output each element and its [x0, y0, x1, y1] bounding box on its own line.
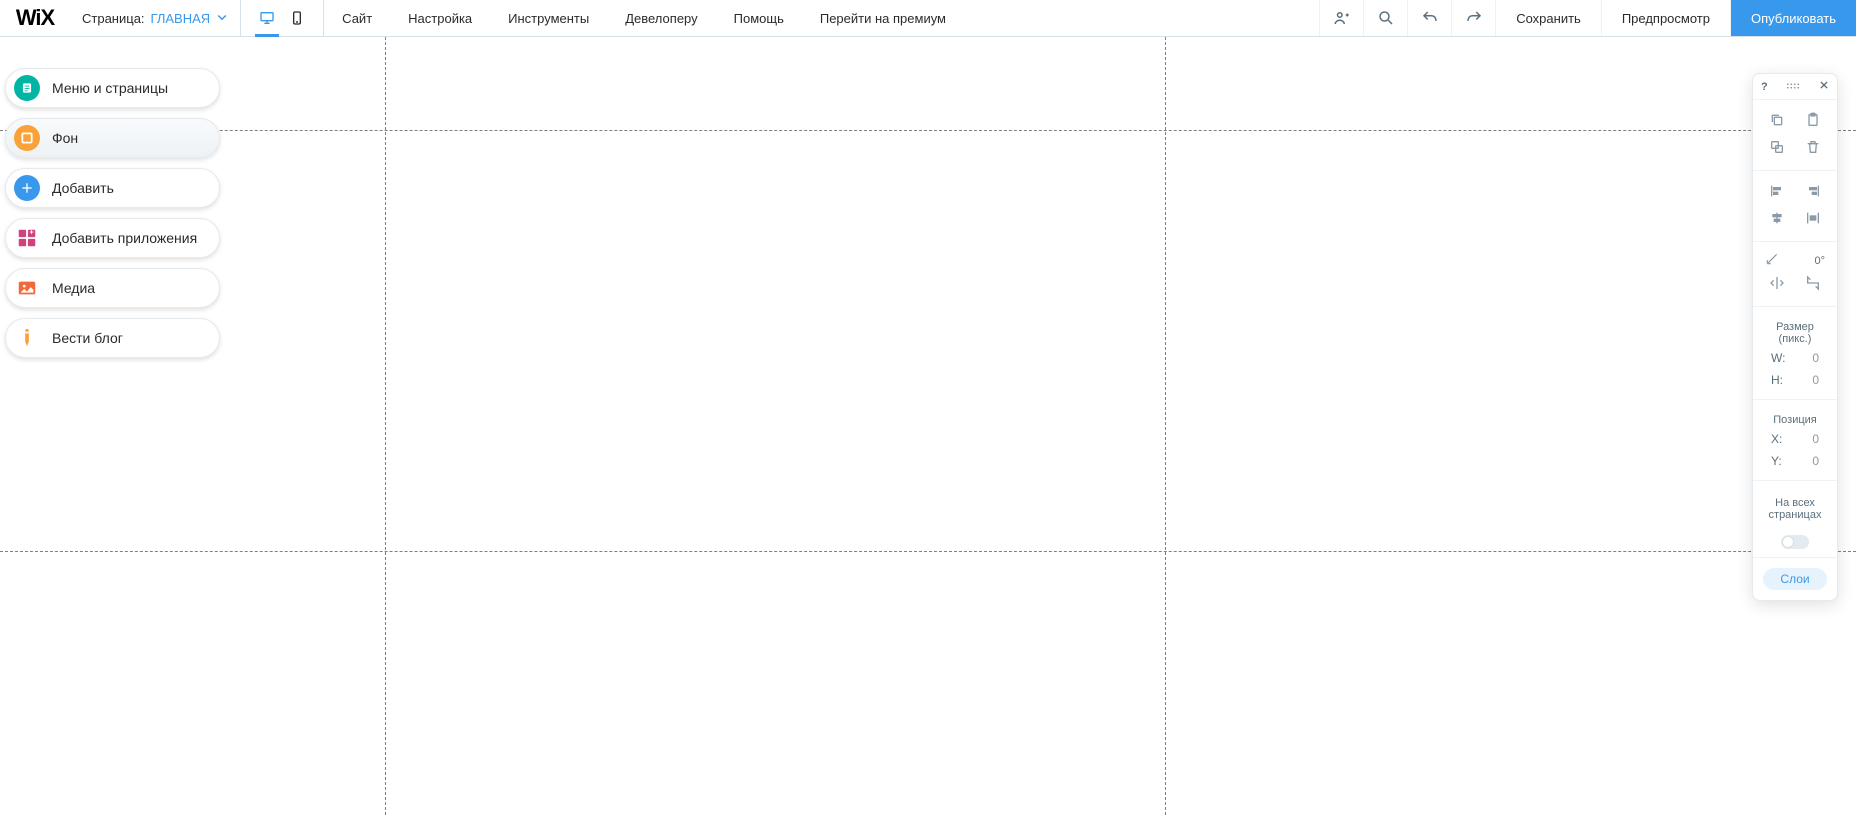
- horizontal-guide: [0, 551, 1856, 552]
- mobile-tab[interactable]: [289, 0, 305, 36]
- close-icon[interactable]: [1819, 80, 1829, 93]
- menu-tools[interactable]: Инструменты: [490, 0, 607, 36]
- sidebar-item-label: Добавить: [52, 180, 114, 196]
- menu-help[interactable]: Помощь: [716, 0, 802, 36]
- apps-icon: [14, 225, 40, 251]
- sidebar-item-label: Фон: [52, 130, 78, 146]
- sidebar-item-add[interactable]: Добавить: [5, 168, 220, 208]
- rotate-icon[interactable]: [1765, 252, 1779, 269]
- preview-button[interactable]: Предпросмотр: [1601, 0, 1730, 36]
- blog-icon: [14, 325, 40, 351]
- menu-settings[interactable]: Настройка: [390, 0, 490, 36]
- vertical-guide: [385, 37, 386, 815]
- inspector-copy-section: [1753, 100, 1837, 171]
- inspector-rotate-section: 0°: [1753, 242, 1837, 307]
- desktop-tab[interactable]: [259, 0, 275, 36]
- sidebar-item-label: Меню и страницы: [52, 80, 168, 96]
- main-menu: Сайт Настройка Инструменты Девелоперу По…: [323, 0, 964, 36]
- width-label: W:: [1771, 351, 1785, 365]
- inspector-allpages-section: На всех страницах: [1753, 481, 1837, 558]
- delete-icon[interactable]: [1805, 139, 1821, 158]
- inspector-panel: ? 0°: [1752, 73, 1838, 601]
- vertical-guide: [1165, 37, 1166, 815]
- inspector-align-section: [1753, 171, 1837, 242]
- zoom-icon[interactable]: [1363, 0, 1407, 36]
- flip-horizontal-icon[interactable]: [1769, 275, 1785, 294]
- sidebar-item-label: Вести блог: [52, 330, 123, 346]
- help-icon[interactable]: ?: [1761, 81, 1768, 93]
- drag-handle-icon[interactable]: [1786, 81, 1800, 93]
- page-name: ГЛАВНАЯ: [151, 11, 211, 26]
- y-value[interactable]: 0: [1812, 454, 1819, 468]
- horizontal-guide: [0, 130, 1856, 131]
- menu-site[interactable]: Сайт: [324, 0, 390, 36]
- background-icon: [14, 125, 40, 151]
- left-toolbar: Меню и страницы Фон Добавить Добавить пр…: [5, 68, 220, 358]
- chevron-down-icon: [216, 11, 228, 26]
- copy-icon[interactable]: [1769, 112, 1785, 131]
- media-icon: [14, 275, 40, 301]
- x-label: X:: [1771, 432, 1782, 446]
- distribute-icon[interactable]: [1805, 210, 1821, 229]
- publish-button[interactable]: Опубликовать: [1730, 0, 1856, 36]
- position-heading: Позиция: [1759, 408, 1831, 428]
- flip-vertical-icon[interactable]: [1805, 275, 1821, 294]
- all-pages-toggle[interactable]: [1781, 535, 1809, 549]
- layers-button[interactable]: Слои: [1763, 568, 1827, 590]
- account-icon[interactable]: [1319, 0, 1363, 36]
- page-selector[interactable]: Страница: ГЛАВНАЯ: [70, 11, 240, 26]
- add-icon: [14, 175, 40, 201]
- save-button[interactable]: Сохранить: [1495, 0, 1601, 36]
- inspector-head: ?: [1753, 74, 1837, 100]
- paste-icon[interactable]: [1805, 112, 1821, 131]
- sidebar-item-media[interactable]: Медиа: [5, 268, 220, 308]
- wix-logo: WiX: [0, 5, 70, 31]
- align-left-icon[interactable]: [1769, 183, 1785, 202]
- height-value[interactable]: 0: [1812, 373, 1819, 387]
- top-right: Сохранить Предпросмотр Опубликовать: [1319, 0, 1856, 36]
- sidebar-item-apps[interactable]: Добавить приложения: [5, 218, 220, 258]
- all-pages-label: На всех страницах: [1759, 489, 1831, 529]
- menu-developer[interactable]: Девелоперу: [607, 0, 715, 36]
- menu-premium[interactable]: Перейти на премиум: [802, 0, 964, 36]
- undo-icon[interactable]: [1407, 0, 1451, 36]
- sidebar-item-label: Медиа: [52, 280, 95, 296]
- height-label: H:: [1771, 373, 1783, 387]
- device-tabs: [240, 0, 323, 36]
- top-bar: WiX Страница: ГЛАВНАЯ Сайт Настройка Инс…: [0, 0, 1856, 37]
- size-heading: Размер (пикс.): [1759, 315, 1831, 347]
- redo-icon[interactable]: [1451, 0, 1495, 36]
- sidebar-item-background[interactable]: Фон: [5, 118, 220, 158]
- y-label: Y:: [1771, 454, 1782, 468]
- align-right-icon[interactable]: [1805, 183, 1821, 202]
- x-value[interactable]: 0: [1812, 432, 1819, 446]
- inspector-position-section: Позиция X: 0 Y: 0: [1753, 400, 1837, 481]
- sidebar-item-pages[interactable]: Меню и страницы: [5, 68, 220, 108]
- editor-canvas[interactable]: [0, 37, 1856, 815]
- inspector-size-section: Размер (пикс.) W: 0 H: 0: [1753, 307, 1837, 400]
- sidebar-item-blog[interactable]: Вести блог: [5, 318, 220, 358]
- align-center-icon[interactable]: [1769, 210, 1785, 229]
- page-label: Страница:: [82, 11, 145, 26]
- sidebar-item-label: Добавить приложения: [52, 230, 197, 246]
- duplicate-icon[interactable]: [1769, 139, 1785, 158]
- rotation-value[interactable]: 0°: [1814, 255, 1825, 267]
- width-value[interactable]: 0: [1812, 351, 1819, 365]
- pages-icon: [14, 75, 40, 101]
